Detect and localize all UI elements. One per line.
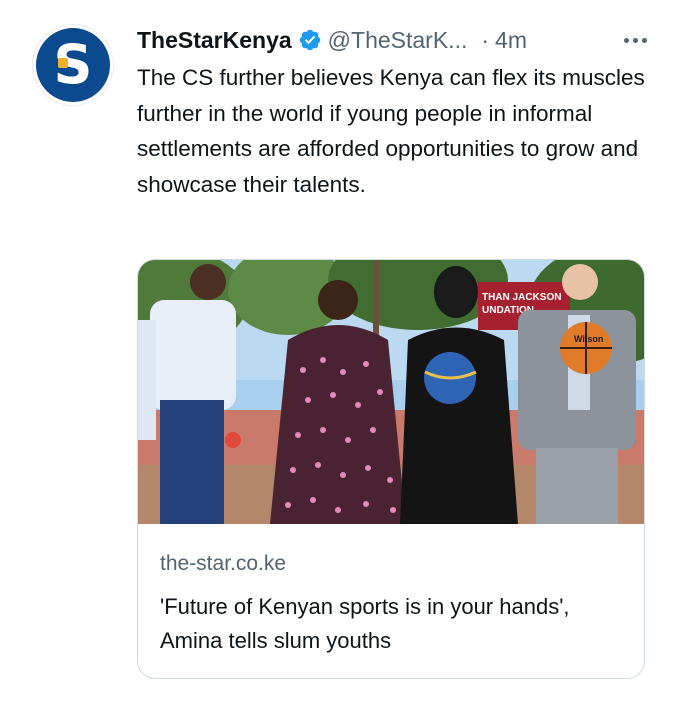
link-domain: the-star.co.ke bbox=[160, 552, 287, 575]
header-separator: · bbox=[481, 26, 490, 53]
avatar[interactable]: S bbox=[32, 24, 114, 106]
banner-text: THAN JACKSON bbox=[482, 292, 561, 303]
tweet-text: The CS further believes Kenya can flex i… bbox=[137, 65, 645, 197]
more-options-icon[interactable] bbox=[624, 24, 647, 56]
article-photo: THAN JACKSON UNDATION Wilson bbox=[138, 260, 644, 524]
thestar-logo-icon: S bbox=[36, 28, 110, 102]
link-title: 'Future of Kenyan sports is in your hand… bbox=[160, 594, 570, 653]
avatar-accent-mark bbox=[58, 58, 68, 68]
ball-brand-text: Wilson bbox=[574, 334, 603, 344]
display-name[interactable]: TheStarKenya bbox=[137, 27, 292, 54]
link-preview-card[interactable]: THAN JACKSON UNDATION Wilson the-star.co… bbox=[137, 259, 645, 679]
tweet-header: TheStarKenya @TheStarK... · 4m bbox=[137, 24, 651, 56]
user-handle[interactable]: @TheStarK... bbox=[328, 27, 468, 54]
tweet-timestamp[interactable]: 4m bbox=[495, 27, 527, 54]
verified-badge-icon bbox=[299, 29, 320, 51]
